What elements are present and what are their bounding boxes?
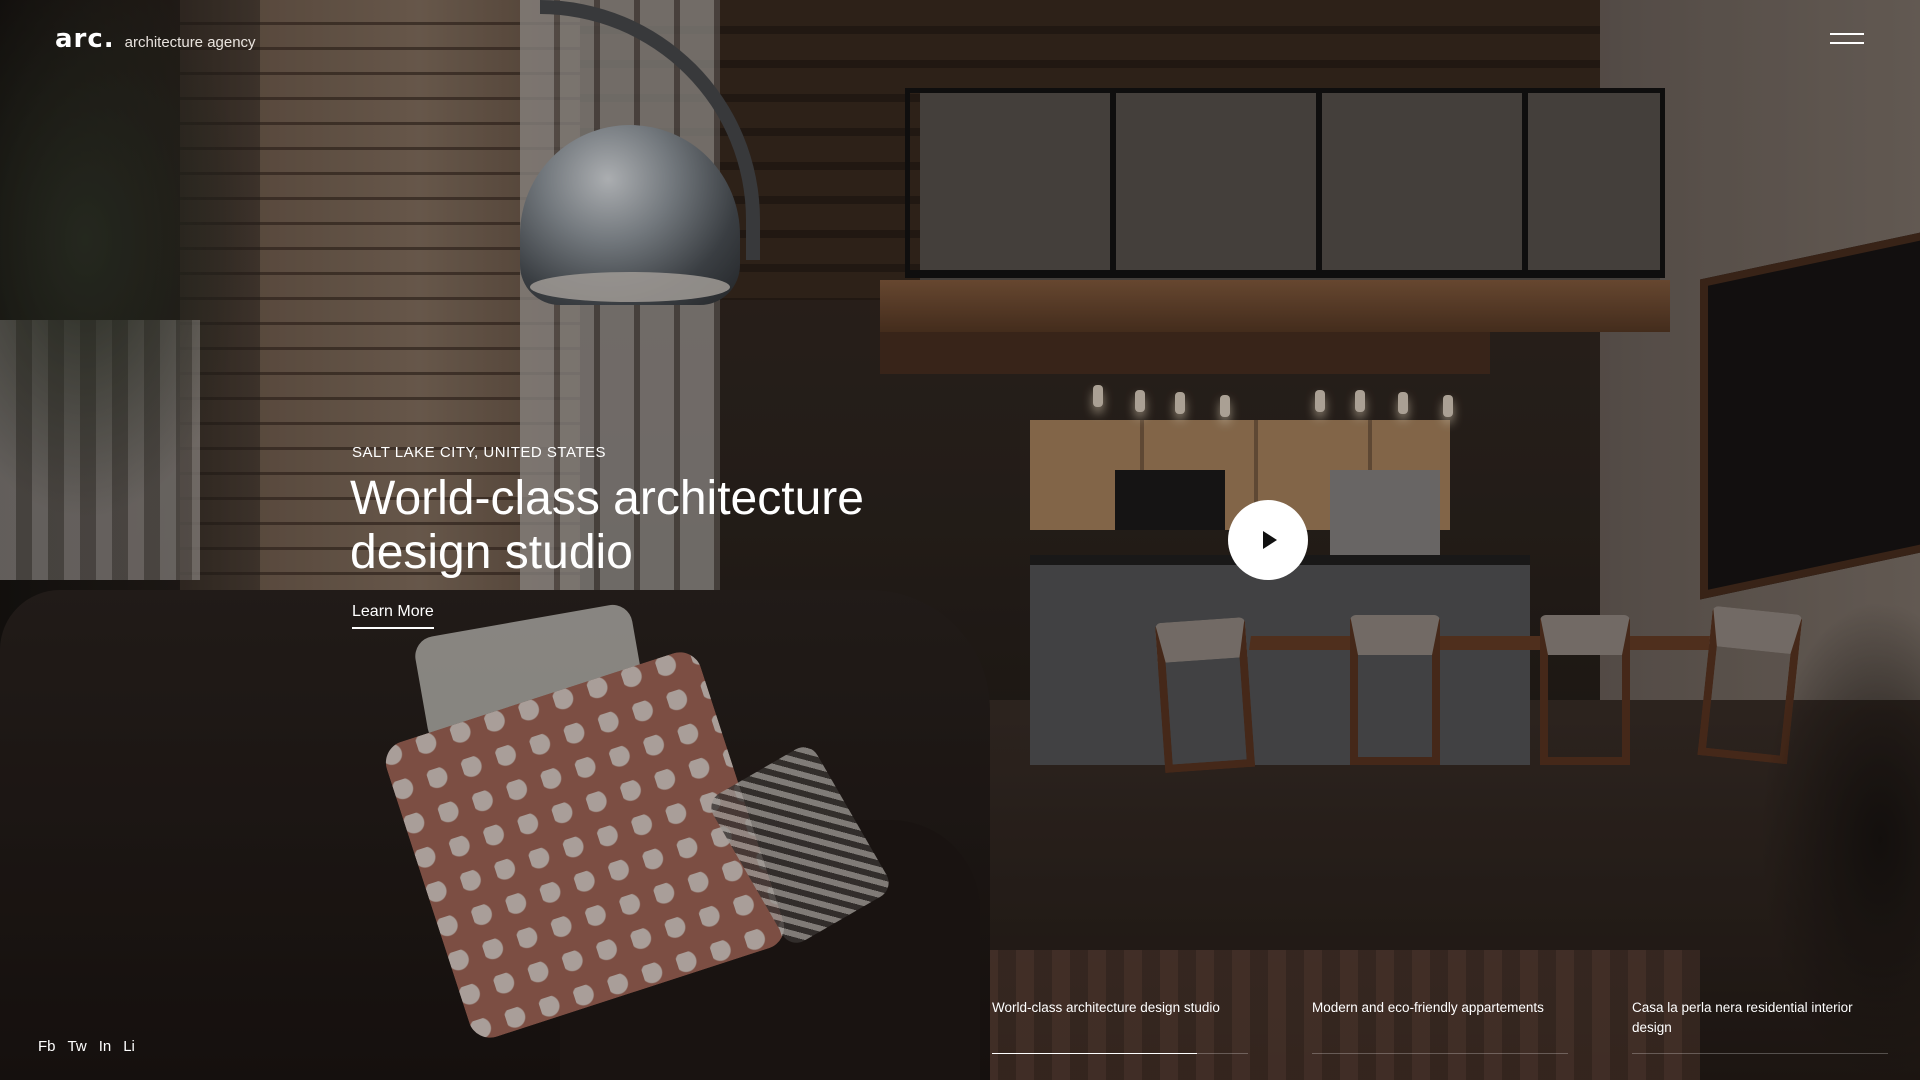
hamburger-menu-icon[interactable] bbox=[1830, 30, 1864, 46]
brand[interactable]: arc. architecture agency bbox=[55, 24, 256, 54]
headline-line-1: World-class architecture bbox=[350, 472, 864, 525]
hero-headline: World-class architecture design studio bbox=[350, 472, 970, 580]
slide-progress-bar bbox=[992, 1053, 1197, 1054]
social-link-twitter[interactable]: Tw bbox=[68, 1038, 87, 1055]
slide-label: Casa la perla nera residential interior … bbox=[1632, 1000, 1853, 1035]
slide-item[interactable]: Casa la perla nera residential interior … bbox=[1632, 998, 1888, 1054]
slide-item[interactable]: Modern and eco-friendly appartements bbox=[1312, 998, 1568, 1054]
headline-line-2: design studio bbox=[350, 526, 633, 579]
social-link-linkedin[interactable]: Li bbox=[123, 1038, 135, 1055]
learn-more-link[interactable]: Learn More bbox=[352, 603, 434, 629]
social-links: Fb Tw In Li bbox=[38, 1038, 135, 1055]
hero-location: SALT LAKE CITY, UNITED STATES bbox=[352, 444, 607, 461]
brand-logo: arc. bbox=[55, 24, 115, 54]
brand-tagline: architecture agency bbox=[124, 34, 256, 51]
play-video-button[interactable] bbox=[1228, 500, 1308, 580]
slide-item[interactable]: World-class architecture design studio bbox=[992, 998, 1248, 1054]
menu-line bbox=[1830, 33, 1864, 35]
slide-label: Modern and eco-friendly appartements bbox=[1312, 1000, 1544, 1015]
social-link-instagram[interactable]: In bbox=[99, 1038, 112, 1055]
social-link-facebook[interactable]: Fb bbox=[38, 1038, 56, 1055]
play-icon bbox=[1263, 531, 1277, 549]
slide-label: World-class architecture design studio bbox=[992, 1000, 1220, 1015]
slide-navigation: World-class architecture design studio M… bbox=[992, 998, 1888, 1054]
menu-line bbox=[1830, 42, 1864, 44]
